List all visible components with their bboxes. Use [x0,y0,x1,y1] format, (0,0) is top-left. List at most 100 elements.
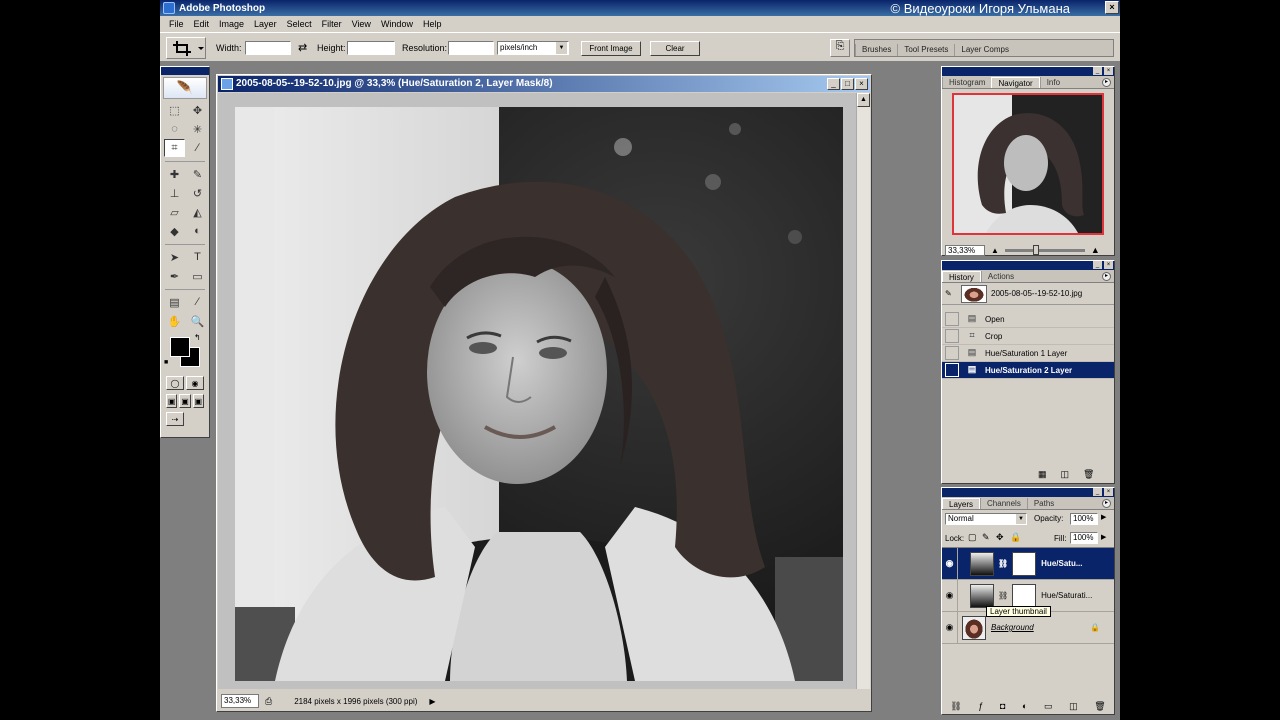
zoom-in-icon[interactable]: ▲ [1091,245,1100,255]
chain-link-icon[interactable]: ⛓ [998,559,1008,568]
panel-menu-icon[interactable]: ▸ [1102,272,1111,281]
panel-minimize-icon[interactable]: _ [1093,261,1102,269]
notes-tool-icon[interactable]: ▤ [164,293,185,311]
magic-wand-tool-icon[interactable]: ✳ [187,120,208,138]
screen-mode-full-icon[interactable]: ▣ [192,394,204,408]
resolution-input[interactable] [448,41,494,55]
portrait-photo[interactable] [235,107,843,681]
screen-mode-full-menu-icon[interactable]: ▣ [179,394,191,408]
zoom-out-icon[interactable]: ▲ [991,246,999,255]
layer-hue-saturation-1[interactable]: ◉ ⛓ Hue/Saturati... Layer thumbnail [942,579,1114,617]
blend-mode-select[interactable]: Normal ▼ [945,513,1027,525]
menu-window[interactable]: Window [376,19,418,29]
well-tab-brushes[interactable]: Brushes [855,44,897,56]
new-adjustment-layer-icon[interactable]: ◐ [1022,701,1027,712]
navigator-thumbnail[interactable] [952,93,1104,235]
tab-navigator[interactable]: Navigator [991,77,1040,88]
navigator-zoom-slider[interactable] [1004,244,1085,255]
close-window-button[interactable]: × [1105,1,1119,14]
hand-tool-icon[interactable]: ✋ [164,312,185,330]
well-tab-layer-comps[interactable]: Layer Comps [954,44,1015,56]
dodge-tool-icon[interactable]: ◐ [187,222,208,240]
foreground-color-swatch[interactable] [170,337,190,357]
tab-history[interactable]: History [942,271,981,282]
add-mask-icon[interactable]: ◘ [1000,701,1005,712]
width-input[interactable] [245,41,291,55]
move-tool-icon[interactable]: ✥ [187,101,208,119]
default-colors-icon[interactable]: ■ [164,359,168,366]
fill-input[interactable]: 100% [1070,532,1098,544]
layer-style-icon[interactable]: ƒ [978,701,983,712]
path-selection-icon[interactable]: ➤ [164,248,185,266]
well-tab-tool-presets[interactable]: Tool Presets [897,44,954,56]
tab-actions[interactable]: Actions [980,271,1020,282]
tab-paths[interactable]: Paths [1026,498,1060,509]
adobe-online-icon[interactable]: 🪶 [163,77,207,99]
history-brush-icon[interactable]: ↺ [187,184,208,202]
swap-colors-icon[interactable]: ↰ [194,333,201,342]
panel-menu-icon[interactable]: ▸ [1102,78,1111,87]
menu-layer[interactable]: Layer [249,19,282,29]
marquee-tool-icon[interactable]: ⬚ [164,101,185,119]
panel-close-icon[interactable]: × [1104,261,1113,269]
history-source-checkbox[interactable] [945,329,959,343]
front-image-button[interactable]: Front Image [581,41,641,56]
link-layers-icon[interactable]: ⛓ [950,701,961,712]
pen-tool-icon[interactable]: ✒ [164,267,185,285]
eye-icon[interactable]: ◉ [942,579,958,612]
menu-select[interactable]: Select [282,19,317,29]
panel-close-icon[interactable]: × [1104,488,1113,496]
adjustment-layer-thumbnail[interactable] [970,551,994,576]
menu-filter[interactable]: Filter [317,19,347,29]
maximize-button[interactable]: □ [841,78,854,90]
close-document-button[interactable]: × [855,78,868,90]
history-item-hue-sat-1[interactable]: ▤ Hue/Saturation 1 Layer [942,345,1114,362]
height-input[interactable] [347,41,395,55]
units-select[interactable]: pixels/inch ▼ [497,41,569,55]
screen-mode-standard-icon[interactable]: ▣ [166,394,178,408]
lock-transparency-icon[interactable]: ▢ [968,532,977,543]
history-brush-source-icon[interactable]: ✎ [945,289,959,298]
new-document-from-state-icon[interactable]: ▦ [1038,469,1047,480]
history-source-checkbox[interactable] [945,346,959,360]
zoom-slider-thumb[interactable] [1032,244,1039,255]
eye-icon[interactable]: ◉ [942,547,958,580]
shape-tool-icon[interactable]: ▭ [187,267,208,285]
history-item-open[interactable]: ▤ Open [942,311,1114,328]
history-item-crop[interactable]: ⌗ Crop [942,328,1114,345]
quick-mask-icon[interactable]: ◉ [186,376,204,390]
minimize-button[interactable]: _ [827,78,840,90]
eyedropper-tool-icon[interactable]: ⁄ [187,293,208,311]
lasso-tool-icon[interactable]: ◌ [164,120,185,138]
brush-tool-icon[interactable]: ✎ [187,165,208,183]
crop-tool-icon[interactable]: ⌗ [164,139,185,157]
menu-edit[interactable]: Edit [189,19,215,29]
lock-position-icon[interactable]: ✥ [996,532,1004,543]
status-menu-arrow-icon[interactable]: ▶ [429,697,435,706]
adjustment-layer-thumbnail[interactable] [970,583,994,608]
history-item-hue-sat-2[interactable]: ▤ Hue/Saturation 2 Layer [942,362,1114,379]
zoom-level-field[interactable]: 33,33% [221,694,259,708]
standard-mode-icon[interactable]: ◯ [166,376,184,390]
eye-icon[interactable]: ◉ [942,611,958,644]
tool-preset-picker[interactable] [166,37,206,59]
tab-channels[interactable]: Channels [980,498,1027,509]
panel-minimize-icon[interactable]: _ [1093,488,1102,496]
blur-tool-icon[interactable]: ◆ [164,222,185,240]
healing-brush-icon[interactable]: ✚ [164,165,185,183]
clone-stamp-icon[interactable]: ⊥ [164,184,185,202]
opacity-input[interactable]: 100% [1070,513,1098,525]
panel-menu-icon[interactable]: ▸ [1102,499,1111,508]
lock-all-icon[interactable]: 🔒 [1010,532,1021,543]
type-tool-icon[interactable]: T [187,248,208,266]
layer-mask-thumbnail[interactable] [1012,551,1037,576]
new-layer-icon[interactable]: ◫ [1069,701,1078,712]
navigator-zoom-field[interactable]: 33,33% [945,244,985,256]
opacity-arrow-icon[interactable]: ▶ [1101,513,1106,521]
slice-tool-icon[interactable]: ∕ [187,139,208,157]
chain-link-icon[interactable]: ⛓ [998,591,1008,600]
eraser-tool-icon[interactable]: ▱ [164,203,185,221]
zoom-tool-icon[interactable]: 🔍 [187,312,208,330]
menu-help[interactable]: Help [418,19,447,29]
background-layer-thumbnail[interactable] [962,615,986,640]
